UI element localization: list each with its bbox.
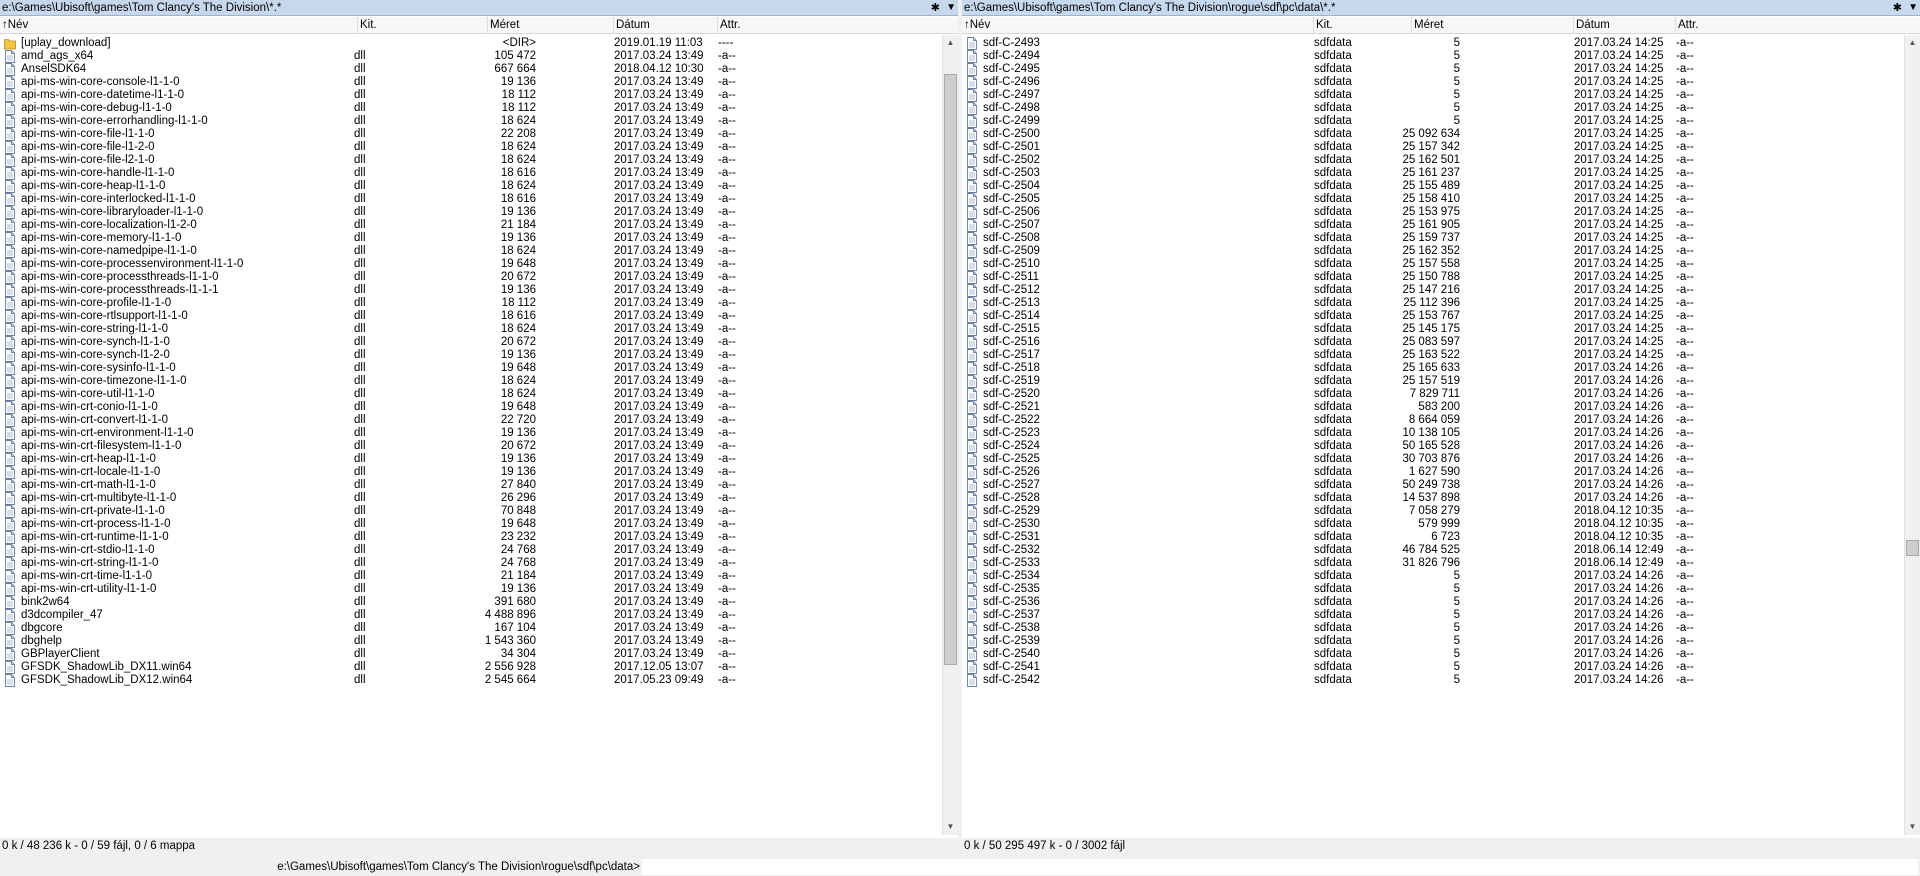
column-ext[interactable]: Kit.: [358, 17, 488, 34]
file-date: 2017.03.24 14:26: [1574, 674, 1664, 686]
file-icon: [5, 674, 15, 687]
left-file-list[interactable]: [uplay_download] <DIR> 2019.01.19 11:03 ---…: [0, 35, 942, 835]
file-attributes: -a--: [1676, 674, 1694, 686]
file-row[interactable]: sdf-C-2542 sdfdata 5 2017.03.24 14:26 -a--: [962, 672, 1904, 688]
left-scrollbar[interactable]: ▲ ▼: [942, 35, 958, 835]
column-date[interactable]: Dátum: [614, 17, 718, 34]
left-panel[interactable]: e:\Games\Ubisoft\games\Tom Clancy's The …: [0, 0, 958, 855]
right-scrollbar[interactable]: ▲ ▼: [1904, 35, 1920, 835]
column-size[interactable]: Méret: [1412, 17, 1574, 34]
file-manager-window: e:\Games\Ubisoft\games\Tom Clancy's The …: [0, 0, 1920, 876]
left-status-bar: 0 k / 48 236 k - 0 / 59 fájl, 0 / 6 mapp…: [0, 838, 958, 855]
dropdown-arrow-icon[interactable]: ▼: [946, 0, 956, 15]
command-input[interactable]: [642, 859, 1918, 875]
column-name[interactable]: ↑Név: [0, 17, 358, 34]
file-date: 2017.05.23 09:49: [614, 674, 704, 686]
scroll-up-arrow-icon[interactable]: ▲: [1905, 35, 1920, 51]
scroll-up-arrow-icon[interactable]: ▲: [943, 35, 958, 51]
scrollbar-thumb[interactable]: [944, 73, 957, 666]
column-name[interactable]: ↑Név: [962, 17, 1314, 34]
dropdown-arrow-icon[interactable]: ▼: [1908, 0, 1918, 15]
column-ext[interactable]: Kit.: [1314, 17, 1412, 34]
command-line: e:\Games\Ubisoft\games\Tom Clancy's The …: [0, 858, 1920, 876]
right-column-header: ↑Név Kit. Méret Dátum Attr.: [962, 17, 1920, 34]
column-attr[interactable]: Attr.: [1676, 17, 1904, 34]
file-name: GFSDK_ShadowLib_DX12.win64: [21, 674, 193, 686]
command-prompt: e:\Games\Ubisoft\games\Tom Clancy's The …: [277, 861, 640, 873]
scroll-down-arrow-icon[interactable]: ▼: [943, 819, 958, 835]
scroll-down-arrow-icon[interactable]: ▼: [1905, 819, 1920, 835]
file-size: 5: [1453, 674, 1460, 686]
column-attr[interactable]: Attr.: [718, 17, 942, 34]
right-path-bar[interactable]: e:\Games\Ubisoft\games\Tom Clancy's The …: [962, 0, 1920, 16]
right-path[interactable]: e:\Games\Ubisoft\games\Tom Clancy's The …: [964, 1, 1335, 15]
column-size[interactable]: Méret: [488, 17, 614, 34]
file-size: 2 545 664: [484, 674, 536, 686]
left-path[interactable]: e:\Games\Ubisoft\games\Tom Clancy's The …: [2, 1, 281, 15]
file-attributes: -a--: [718, 674, 736, 686]
file-icon: [967, 674, 977, 687]
right-panel[interactable]: e:\Games\Ubisoft\games\Tom Clancy's The …: [962, 0, 1920, 855]
file-extension: sdfdata: [1314, 674, 1352, 686]
file-row[interactable]: GFSDK_ShadowLib_DX12.win64 dll 2 545 664 20…: [0, 672, 942, 688]
file-extension: dll: [354, 674, 366, 686]
star-icon[interactable]: ✱: [931, 0, 940, 15]
right-file-list[interactable]: sdf-C-2493 sdfdata 5 2017.03.24 14:25 -a-- sd…: [962, 35, 1904, 835]
scrollbar-thumb[interactable]: [1906, 540, 1919, 556]
left-column-header: ↑Név Kit. Méret Dátum Attr.: [0, 17, 958, 34]
left-path-bar[interactable]: e:\Games\Ubisoft\games\Tom Clancy's The …: [0, 0, 958, 16]
right-status-bar: 0 k / 50 295 497 k - 0 / 3002 fájl: [962, 838, 1920, 855]
column-date[interactable]: Dátum: [1574, 17, 1676, 34]
star-icon[interactable]: ✱: [1893, 0, 1902, 15]
file-name: sdf-C-2542: [983, 674, 1040, 686]
